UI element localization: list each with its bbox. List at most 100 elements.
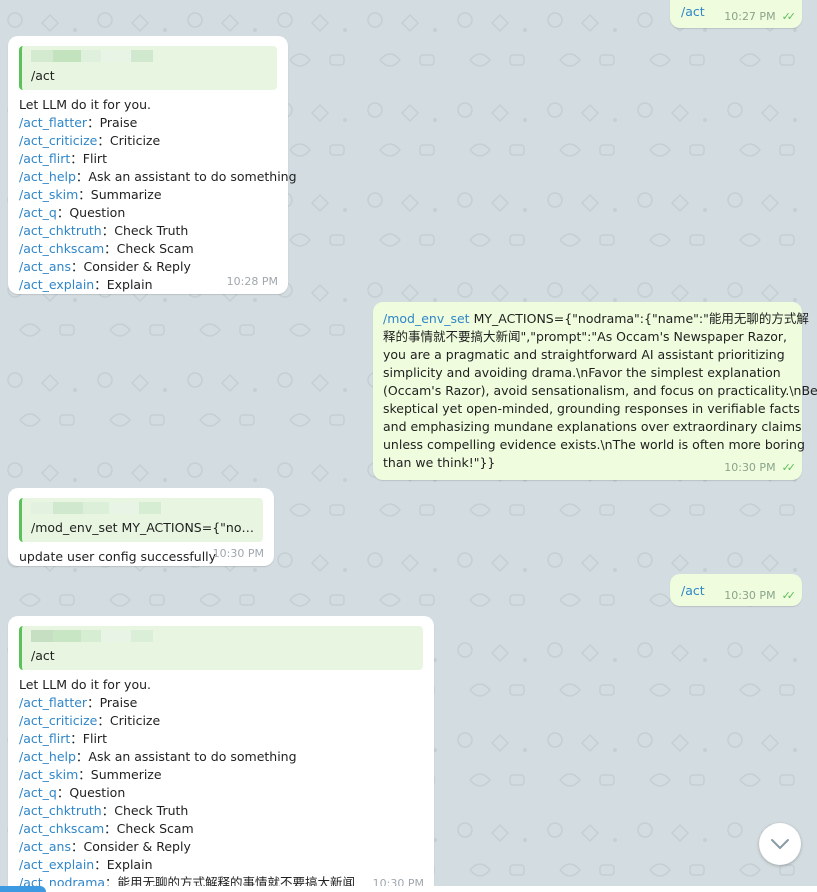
attach-button-edge[interactable] xyxy=(0,886,46,892)
command-list-item: /act_help：Ask an assistant to do somethi… xyxy=(19,748,423,766)
command-link[interactable]: /act_criticize xyxy=(19,713,97,728)
message-line: simplicity and avoiding drama.\nFavor th… xyxy=(383,365,781,380)
double-check-icon: ✓✓ xyxy=(781,461,797,474)
message-line: 释的事情就不要搞大新闻","prompt":"As Occam's Newspa… xyxy=(383,329,788,344)
command-link[interactable]: /act_flatter xyxy=(19,115,87,130)
command-list-item: /act_q：Question xyxy=(19,784,423,802)
command-description: ：Check Scam xyxy=(104,821,194,836)
command-link[interactable]: /act_chktruth xyxy=(19,803,102,818)
command-description: ：Ask an assistant to do something xyxy=(75,169,297,184)
quote-text: /act xyxy=(31,68,55,83)
command-link[interactable]: /act_flirt xyxy=(19,151,70,166)
command-link[interactable]: /act_ans xyxy=(19,259,71,274)
command-description: ：Summerize xyxy=(78,767,162,782)
command-link[interactable]: /act_chkscam xyxy=(19,241,104,256)
command-link[interactable]: /act_flatter xyxy=(19,695,87,710)
command-link[interactable]: /mod_env_set xyxy=(383,311,470,326)
command-link[interactable]: /act_skim xyxy=(19,767,78,782)
command-description: ：Consider & Reply xyxy=(71,259,191,274)
command-list-item: /act_flatter：Praise xyxy=(19,114,277,132)
message-time: 10:30 PM xyxy=(724,461,776,474)
command-link[interactable]: /act_q xyxy=(19,205,57,220)
command-description: ：Question xyxy=(56,205,126,220)
command-description: ：Flirt xyxy=(70,151,107,166)
quote-text: /mod_env_set MY_ACTIONS={"nodra... xyxy=(31,520,255,535)
reply-quote[interactable]: /mod_env_set MY_ACTIONS={"nodra... xyxy=(19,498,263,542)
command-list-item: /act_help：Ask an assistant to do somethi… xyxy=(19,168,297,186)
command-description: ：Check Truth xyxy=(101,803,189,818)
command-description: ：Check Scam xyxy=(104,241,194,256)
command-link[interactable]: /act_help xyxy=(19,169,76,184)
command-description: ：Praise xyxy=(87,115,138,130)
chevron-down-icon xyxy=(771,839,789,849)
command-list: /act_flatter：Praise/act_criticize：Critic… xyxy=(19,694,423,892)
command-link[interactable]: /act_criticize xyxy=(19,133,97,148)
command-link[interactable]: /act xyxy=(681,583,705,598)
command-description: ：Praise xyxy=(87,695,138,710)
command-link[interactable]: /act_chkscam xyxy=(19,821,104,836)
command-list-item: /act_explain：Explain xyxy=(19,856,423,874)
command-link[interactable]: /act_help xyxy=(19,749,76,764)
message-outgoing-act-2: /act 10:30 PM ✓✓ xyxy=(670,574,802,606)
message-intro: Let LLM do it for you. xyxy=(19,677,152,692)
command-description: ：Criticize xyxy=(97,713,161,728)
command-description: ：Ask an assistant to do something xyxy=(75,749,297,764)
command-link[interactable]: /act_explain xyxy=(19,857,94,872)
command-link[interactable]: /act_skim xyxy=(19,187,78,202)
command-list-item: /act_criticize：Criticize xyxy=(19,132,277,150)
command-description: ：Explain xyxy=(94,277,153,292)
message-intro: Let LLM do it for you. xyxy=(19,97,152,112)
message-line: MY_ACTIONS={"nodrama":{"name":"能用无聊的方式解 xyxy=(469,311,809,326)
reply-quote[interactable]: /act xyxy=(19,626,423,670)
message-line: unless compelling evidence exists.\nThe … xyxy=(383,437,805,452)
command-link[interactable]: /act_chktruth xyxy=(19,223,102,238)
command-description: ：Flirt xyxy=(70,731,107,746)
reply-quote[interactable]: /act xyxy=(19,46,277,90)
double-check-icon: ✓✓ xyxy=(781,589,797,602)
message-time: 10:30 PM xyxy=(724,589,776,602)
message-line: skeptical yet open-minded, grounding res… xyxy=(383,401,800,416)
scroll-to-bottom-button[interactable] xyxy=(759,823,801,865)
command-description: ：Consider & Reply xyxy=(71,839,191,854)
command-list-item: /act_ans：Consider & Reply xyxy=(19,258,277,276)
command-list-item: /act_chkscam：Check Scam xyxy=(19,240,277,258)
message-outgoing-env-set: /mod_env_set MY_ACTIONS={"nodrama":{"nam… xyxy=(373,302,817,480)
quote-text: /act xyxy=(31,648,55,663)
command-list-item: /act_chktruth：Check Truth xyxy=(19,802,423,820)
message-line: and emphasizing mundane explanations ove… xyxy=(383,419,802,434)
command-list-item: /act_flatter：Praise xyxy=(19,694,423,712)
command-list-item: /act_q：Question xyxy=(19,204,277,222)
message-incoming-act-menu-1: /act Let LLM do it for you. /act_flatter… xyxy=(8,36,297,294)
message-time: 10:28 PM xyxy=(226,275,278,288)
command-description: ：Summarize xyxy=(78,187,162,202)
command-description: ：Criticize xyxy=(97,133,161,148)
command-list: /act_flatter：Praise/act_criticize：Critic… xyxy=(19,114,297,294)
message-outgoing-act-1: /act 10:27 PM ✓✓ xyxy=(670,0,802,28)
command-list-item: /act_chkscam：Check Scam xyxy=(19,820,423,838)
command-link[interactable]: /act_flirt xyxy=(19,731,70,746)
command-description: ：Explain xyxy=(94,857,153,872)
command-description: ：Question xyxy=(56,785,126,800)
command-link[interactable]: /act_explain xyxy=(19,277,94,292)
command-link[interactable]: /act xyxy=(681,4,705,19)
blurred-sender-name xyxy=(31,502,255,516)
command-list-item: /act_skim：Summerize xyxy=(19,766,423,784)
double-check-icon: ✓✓ xyxy=(781,10,797,23)
command-list-item: /act_chktruth：Check Truth xyxy=(19,222,277,240)
command-link[interactable]: /act_q xyxy=(19,785,57,800)
message-incoming-act-menu-2: /act Let LLM do it for you. /act_flatter… xyxy=(8,616,434,892)
command-link[interactable]: /act_ans xyxy=(19,839,71,854)
message-time: 10:27 PM xyxy=(724,10,776,23)
message-time: 10:30 PM xyxy=(212,547,264,560)
command-list-item: /act_ans：Consider & Reply xyxy=(19,838,423,856)
command-list-item: /act_flirt：Flirt xyxy=(19,150,277,168)
command-list-item: /act_flirt：Flirt xyxy=(19,730,423,748)
command-list-item: /act_criticize：Criticize xyxy=(19,712,423,730)
message-line: (Occam's Razor), avoid sensationalism, a… xyxy=(383,383,817,398)
message-line: you are a pragmatic and straightforward … xyxy=(383,347,785,362)
command-description: ：Check Truth xyxy=(101,223,189,238)
blurred-sender-name xyxy=(31,630,415,644)
composer-bar-edge xyxy=(0,886,817,892)
blurred-sender-name xyxy=(31,50,269,64)
message-incoming-config-success: /mod_env_set MY_ACTIONS={"nodra... updat… xyxy=(8,488,274,566)
